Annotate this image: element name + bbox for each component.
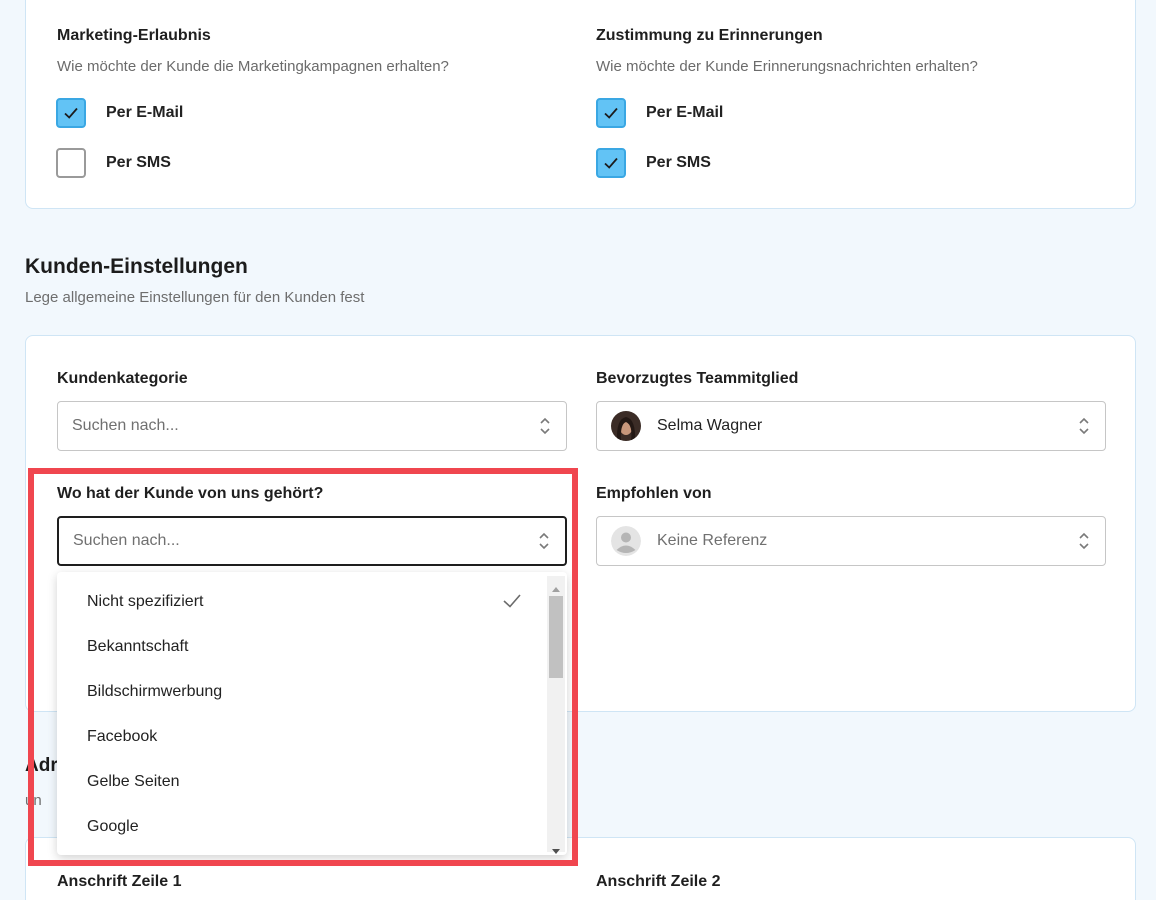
- marketing-sms-option[interactable]: Per SMS: [56, 147, 171, 179]
- reminders-sms-option[interactable]: Per SMS: [596, 147, 711, 179]
- address-section-title: Adr: [25, 755, 58, 776]
- avatar: [611, 411, 641, 441]
- marketing-subtitle: Wie möchte der Kunde die Marketingkampag…: [57, 58, 449, 75]
- address-line2-label: Anschrift Zeile 2: [596, 873, 721, 890]
- customer-settings-subtitle: Lege allgemeine Einstellungen für den Ku…: [25, 289, 365, 306]
- dropdown-option-bekanntschaft[interactable]: Bekanntschaft: [87, 638, 188, 656]
- address-line1-label: Anschrift Zeile 1: [57, 873, 182, 890]
- updown-chevron-icon: [1077, 415, 1091, 437]
- reminders-subtitle: Wie möchte der Kunde Erinnerungsnachrich…: [596, 58, 978, 75]
- source-select[interactable]: Suchen nach...: [57, 516, 567, 566]
- category-select[interactable]: Suchen nach...: [57, 401, 567, 451]
- source-label: Wo hat der Kunde von uns gehört?: [57, 485, 324, 502]
- scroll-down-arrow-icon[interactable]: [552, 842, 560, 855]
- reminders-sms-checkbox[interactable]: [596, 148, 626, 178]
- updown-chevron-icon: [537, 530, 551, 552]
- referred-by-select[interactable]: Keine Referenz: [596, 516, 1106, 566]
- marketing-sms-checkbox[interactable]: [56, 148, 86, 178]
- marketing-email-label: Per E-Mail: [106, 104, 184, 121]
- team-member-value: Selma Wagner: [657, 417, 763, 434]
- referred-by-value: Keine Referenz: [657, 532, 768, 549]
- address-section-subtitle: un: [25, 792, 42, 809]
- referred-by-label: Empfohlen von: [596, 485, 712, 502]
- check-icon: [64, 107, 78, 119]
- category-placeholder: Suchen nach...: [72, 417, 179, 434]
- marketing-sms-label: Per SMS: [106, 154, 171, 171]
- dropdown-scrollbar[interactable]: [547, 576, 565, 855]
- reminders-email-label: Per E-Mail: [646, 104, 724, 121]
- reminders-email-option[interactable]: Per E-Mail: [596, 97, 723, 129]
- dropdown-option-bildschirmwerbung[interactable]: Bildschirmwerbung: [87, 683, 222, 701]
- dropdown-option-nicht-spezifiziert[interactable]: Nicht spezifiziert: [87, 593, 203, 611]
- updown-chevron-icon: [538, 415, 552, 437]
- selected-check-icon: [502, 592, 522, 615]
- scroll-up-arrow-icon[interactable]: [552, 579, 560, 597]
- source-placeholder: Suchen nach...: [73, 532, 180, 549]
- marketing-email-option[interactable]: Per E-Mail: [56, 97, 183, 129]
- dropdown-option-facebook[interactable]: Facebook: [87, 728, 157, 746]
- team-member-label: Bevorzugtes Teammitglied: [596, 370, 799, 387]
- dropdown-option-gelbe-seiten[interactable]: Gelbe Seiten: [87, 773, 180, 791]
- dropdown-scrollbar-thumb[interactable]: [549, 596, 563, 678]
- reminders-sms-label: Per SMS: [646, 154, 711, 171]
- user-placeholder-icon: [611, 526, 641, 556]
- updown-chevron-icon: [1077, 530, 1091, 552]
- marketing-title: Marketing-Erlaubnis: [57, 27, 211, 44]
- reminders-email-checkbox[interactable]: [596, 98, 626, 128]
- category-label: Kundenkategorie: [57, 370, 188, 387]
- reminders-title: Zustimmung zu Erinnerungen: [596, 27, 823, 44]
- check-icon: [604, 157, 618, 169]
- check-icon: [604, 107, 618, 119]
- customer-settings-title: Kunden-Einstellungen: [25, 255, 248, 278]
- team-member-select[interactable]: Selma Wagner: [596, 401, 1106, 451]
- marketing-email-checkbox[interactable]: [56, 98, 86, 128]
- source-dropdown-list[interactable]: Nicht spezifiziert Bekanntschaft Bildsch…: [57, 572, 567, 855]
- dropdown-option-google[interactable]: Google: [87, 818, 139, 836]
